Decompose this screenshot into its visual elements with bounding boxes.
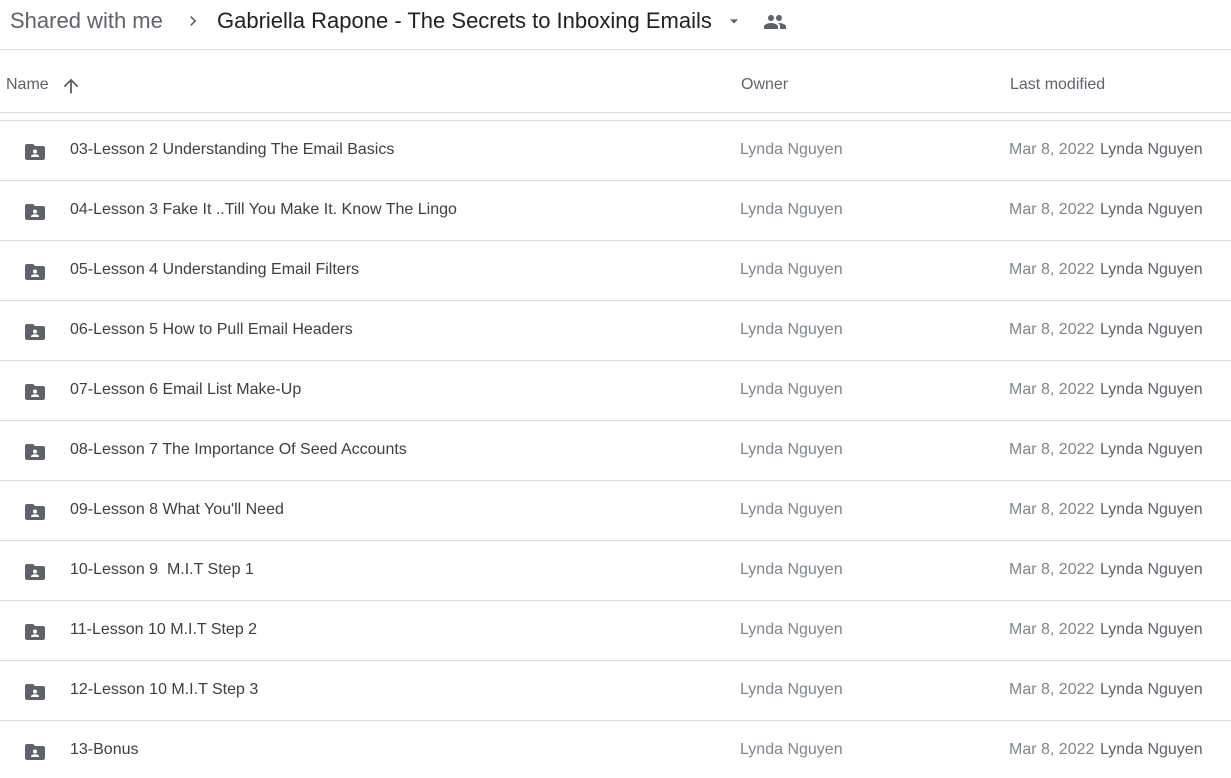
last-modified-date: Mar 8, 2022	[1009, 321, 1095, 338]
list-item[interactable]: 05-Lesson 4 Understanding Email Filters …	[0, 241, 1231, 301]
list-item[interactable]: 08-Lesson 7 The Importance Of Seed Accou…	[0, 421, 1231, 481]
last-modified-date: Mar 8, 2022	[1009, 381, 1095, 398]
file-name: 11-Lesson 10 M.I.T Step 2	[70, 621, 258, 638]
owner-name: Lynda Nguyen	[740, 261, 843, 278]
shared-folder-icon	[25, 564, 45, 580]
owner-name: Lynda Nguyen	[740, 681, 843, 698]
last-modified-by: Lynda Nguyen	[1100, 201, 1203, 218]
owner-name: Lynda Nguyen	[740, 201, 843, 218]
last-modified-by: Lynda Nguyen	[1100, 141, 1203, 158]
last-modified-date: Mar 8, 2022	[1009, 501, 1095, 518]
column-last-modified-header[interactable]: Last modified	[1010, 76, 1105, 94]
shared-folder-icon	[25, 384, 45, 400]
column-owner-header: Owner	[741, 76, 789, 93]
last-modified-by: Lynda Nguyen	[1100, 381, 1203, 398]
last-modified-date: Mar 8, 2022	[1009, 441, 1095, 458]
file-name: 08-Lesson 7 The Importance Of Seed Accou…	[70, 441, 407, 458]
last-modified-date: Mar 8, 2022	[1009, 621, 1095, 638]
last-modified-date: Mar 8, 2022	[1009, 261, 1095, 278]
people-icon[interactable]	[763, 10, 787, 34]
file-name: 04-Lesson 3 Fake It ..Till You Make It. …	[70, 201, 457, 218]
list-item[interactable]: 06-Lesson 5 How to Pull Email Headers Ly…	[0, 301, 1231, 361]
shared-folder-icon	[25, 744, 45, 760]
column-name-header[interactable]: Name	[6, 76, 49, 94]
last-modified-date: Mar 8, 2022	[1009, 561, 1095, 578]
owner-name: Lynda Nguyen	[740, 501, 843, 518]
list-item[interactable]: 09-Lesson 8 What You'll Need Lynda Nguye…	[0, 481, 1231, 541]
last-modified-date: Mar 8, 2022	[1009, 741, 1095, 758]
file-name: 03-Lesson 2 Understanding The Email Basi…	[70, 141, 395, 158]
shared-folder-icon	[25, 504, 45, 520]
file-list: 03-Lesson 2 Understanding The Email Basi…	[0, 120, 1231, 778]
caret-down-icon[interactable]	[724, 11, 744, 31]
owner-name: Lynda Nguyen	[740, 561, 843, 578]
arrow-up-icon[interactable]	[60, 75, 82, 97]
column-header: Name Owner Last modified	[0, 51, 1231, 113]
shared-folder-icon	[25, 444, 45, 460]
owner-name: Lynda Nguyen	[740, 741, 843, 758]
last-modified-by: Lynda Nguyen	[1100, 681, 1203, 698]
list-item[interactable]: 03-Lesson 2 Understanding The Email Basi…	[0, 121, 1231, 181]
last-modified-date: Mar 8, 2022	[1009, 201, 1095, 218]
last-modified-by: Lynda Nguyen	[1100, 441, 1203, 458]
owner-name: Lynda Nguyen	[740, 621, 843, 638]
owner-name: Lynda Nguyen	[740, 141, 843, 158]
last-modified-by: Lynda Nguyen	[1100, 561, 1203, 578]
list-item[interactable]: 04-Lesson 3 Fake It ..Till You Make It. …	[0, 181, 1231, 241]
breadcrumb: Shared with me Gabriella Rapone - The Se…	[0, 0, 1231, 50]
last-modified-date: Mar 8, 2022	[1009, 681, 1095, 698]
file-name: 07-Lesson 6 Email List Make-Up	[70, 381, 302, 398]
drive-file-list-page: Shared with me Gabriella Rapone - The Se…	[0, 0, 1231, 778]
last-modified-date: Mar 8, 2022	[1009, 141, 1095, 158]
list-item[interactable]: 10-Lesson 9 M.I.T Step 1 Lynda Nguyen Ma…	[0, 541, 1231, 601]
last-modified-by: Lynda Nguyen	[1100, 501, 1203, 518]
file-name: 13-Bonus	[70, 741, 139, 758]
list-item[interactable]: 12-Lesson 10 M.I.T Step 3 Lynda Nguyen M…	[0, 661, 1231, 721]
shared-folder-icon	[25, 324, 45, 340]
last-modified-by: Lynda Nguyen	[1100, 261, 1203, 278]
list-item[interactable]: 07-Lesson 6 Email List Make-Up Lynda Ngu…	[0, 361, 1231, 421]
file-name: 09-Lesson 8 What You'll Need	[70, 501, 284, 518]
list-item[interactable]: 13-Bonus Lynda Nguyen Mar 8, 2022 Lynda …	[0, 721, 1231, 778]
owner-name: Lynda Nguyen	[740, 441, 843, 458]
last-modified-by: Lynda Nguyen	[1100, 321, 1203, 338]
owner-name: Lynda Nguyen	[740, 321, 843, 338]
file-name: 05-Lesson 4 Understanding Email Filters	[70, 261, 360, 278]
shared-folder-icon	[25, 624, 45, 640]
owner-name: Lynda Nguyen	[740, 381, 843, 398]
list-item[interactable]: 11-Lesson 10 M.I.T Step 2 Lynda Nguyen M…	[0, 601, 1231, 661]
shared-folder-icon	[25, 264, 45, 280]
shared-folder-icon	[25, 684, 45, 700]
shared-folder-icon	[25, 204, 45, 220]
breadcrumb-shared-with-me[interactable]: Shared with me	[10, 7, 163, 35]
last-modified-by: Lynda Nguyen	[1100, 621, 1203, 638]
chevron-right-icon	[190, 16, 197, 26]
file-name: 12-Lesson 10 M.I.T Step 3	[70, 681, 259, 698]
breadcrumb-current-folder[interactable]: Gabriella Rapone - The Secrets to Inboxi…	[217, 7, 712, 35]
last-modified-by: Lynda Nguyen	[1100, 741, 1203, 758]
file-name: 10-Lesson 9 M.I.T Step 1	[70, 561, 254, 578]
shared-folder-icon	[25, 144, 45, 160]
file-name: 06-Lesson 5 How to Pull Email Headers	[70, 321, 353, 338]
